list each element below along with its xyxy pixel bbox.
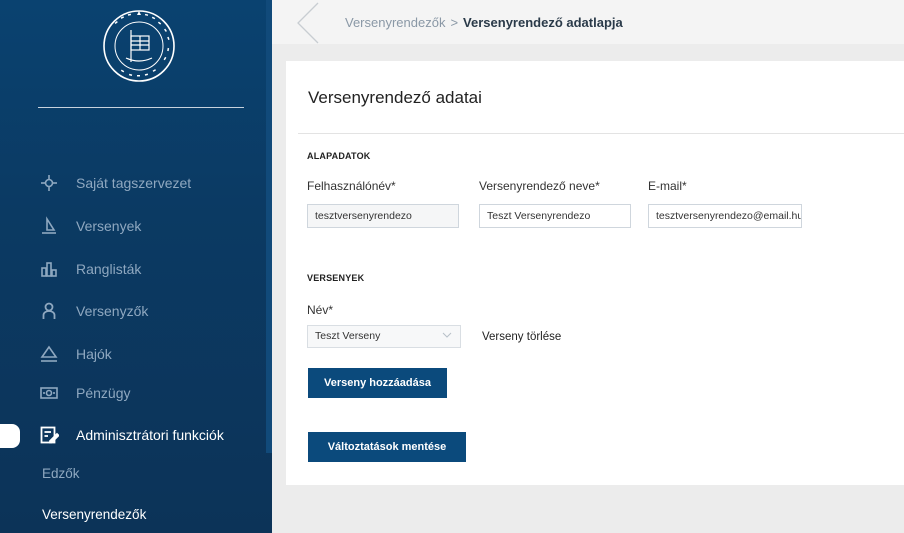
- sidebar-item-label: Saját tagszervezet: [76, 175, 192, 191]
- breadcrumb-current: Versenyrendező adatlapja: [463, 15, 623, 30]
- sidebar-item-label: Ranglisták: [76, 261, 142, 277]
- race-select-value: Teszt Verseny: [315, 330, 381, 342]
- breadcrumb-separator: >: [450, 15, 459, 30]
- sailboat-icon: [38, 215, 60, 237]
- sidebar-item-competitors[interactable]: Versenyzők: [38, 298, 148, 324]
- sidebar-item-admin[interactable]: Adminisztrátori funkciók: [38, 422, 224, 448]
- sidebar-item-label: Versenyzők: [76, 303, 149, 319]
- sidebar-item-rankings[interactable]: Ranglisták: [38, 256, 141, 282]
- delete-race-link[interactable]: Verseny törlése: [482, 331, 561, 343]
- organizer-details-card: Versenyrendező adatai ALAPADATOK Felhasz…: [286, 61, 904, 485]
- card-divider: [298, 133, 904, 134]
- chevron-down-icon: [442, 331, 452, 342]
- active-indicator: [0, 424, 20, 448]
- organization-icon: [38, 172, 60, 194]
- sidebar-item-boats[interactable]: Hajók: [38, 341, 112, 367]
- admin-edit-icon: [38, 424, 60, 446]
- add-race-button[interactable]: Verseny hozzáadása: [308, 368, 447, 398]
- sidebar-item-label: Adminisztrátori funkciók: [76, 427, 224, 443]
- sidebar-item-races[interactable]: Versenyek: [38, 213, 141, 239]
- section-title-races: VERSENYEK: [307, 273, 365, 283]
- username-field[interactable]: tesztversenyrendezo: [307, 204, 459, 228]
- sidebar-subitem-race-organizers[interactable]: Versenyrendezők: [42, 507, 146, 522]
- boat-icon: [38, 343, 60, 365]
- money-icon: [38, 382, 60, 404]
- logo-divider: [38, 107, 244, 108]
- organizer-name-field[interactable]: Teszt Versenyrendezo: [479, 204, 631, 228]
- sidebar: Saját tagszervezet Versenyek Ranglisták …: [0, 0, 272, 533]
- sidebar-item-finance[interactable]: Pénzügy: [38, 380, 130, 406]
- email-label: E-mail*: [648, 179, 687, 193]
- top-bar: Versenyrendezők > Versenyrendező adatlapja: [272, 0, 904, 44]
- organizer-name-label: Versenyrendező neve*: [479, 179, 600, 193]
- section-title-basic: ALAPADATOK: [307, 151, 371, 161]
- person-icon: [38, 300, 60, 322]
- username-label: Felhasználónév*: [307, 179, 396, 193]
- sidebar-item-label: Versenyek: [76, 218, 142, 234]
- sidebar-item-label: Pénzügy: [76, 385, 131, 401]
- breadcrumb: Versenyrendezők > Versenyrendező adatlapja: [345, 15, 623, 30]
- federation-logo[interactable]: [101, 8, 177, 84]
- race-name-label: Név*: [307, 303, 334, 317]
- race-select[interactable]: Teszt Verseny: [307, 325, 461, 348]
- sidebar-item-label: Hajók: [76, 346, 112, 362]
- ranking-icon: [38, 258, 60, 280]
- sidebar-item-own-organization[interactable]: Saját tagszervezet: [38, 170, 191, 196]
- back-arrow-icon[interactable]: [292, 2, 322, 44]
- save-changes-button[interactable]: Változtatások mentése: [308, 432, 466, 462]
- sidebar-subitem-coaches[interactable]: Edzők: [42, 466, 80, 481]
- email-field[interactable]: tesztversenyrendezo@email.hu: [648, 204, 802, 228]
- sidebar-scrollbar[interactable]: [266, 0, 272, 453]
- card-title: Versenyrendező adatai: [308, 88, 482, 107]
- breadcrumb-parent[interactable]: Versenyrendezők: [345, 15, 445, 30]
